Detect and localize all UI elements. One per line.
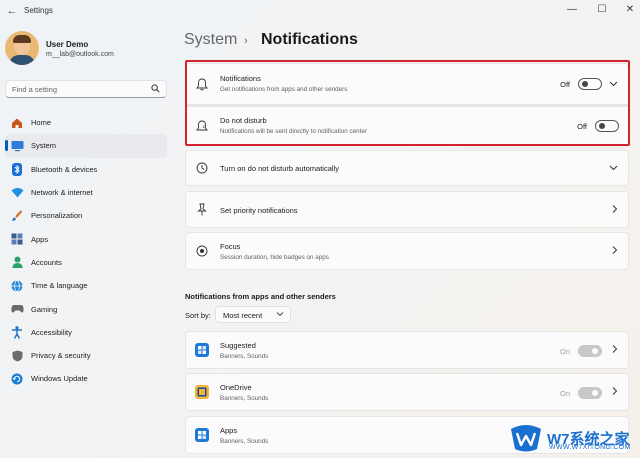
- page-title: Notifications: [261, 31, 358, 48]
- title-bar: ← Settings — ☐ ✕: [0, 0, 640, 24]
- sidebar-item-home[interactable]: Home: [5, 111, 167, 134]
- app-details: Banners, Sounds: [220, 395, 269, 402]
- app-name: OneDrive: [220, 383, 252, 392]
- sidebar-item-time-language[interactable]: Time & language: [5, 274, 167, 297]
- window-title: Settings: [24, 6, 53, 15]
- breadcrumb-parent[interactable]: System: [184, 31, 237, 49]
- app-toggle-state: On: [559, 346, 570, 356]
- dnd-toggle[interactable]: [595, 120, 619, 132]
- system-icon: [10, 139, 24, 153]
- app-toggle-state: On: [559, 388, 570, 398]
- app-details: Banners, Sounds: [220, 438, 269, 445]
- sort-dropdown[interactable]: Most recent: [215, 306, 291, 323]
- sidebar-item-network[interactable]: Network & internet: [5, 181, 167, 204]
- sidebar-item-privacy[interactable]: Privacy & security: [5, 344, 167, 367]
- app-toggle[interactable]: [578, 345, 602, 357]
- breadcrumb-separator: ›: [244, 35, 248, 47]
- focus-icon: [195, 244, 209, 258]
- minimize-button[interactable]: —: [564, 2, 580, 18]
- watermark-logo-icon: [509, 423, 543, 453]
- priority-icon: [195, 203, 209, 217]
- apps-app-icon: [195, 428, 209, 442]
- sort-label: Sort by:: [185, 311, 211, 320]
- watermark-url: WWW.W7XITONG.COM: [549, 444, 631, 451]
- sidebar-item-windows-update[interactable]: Windows Update: [5, 367, 167, 390]
- sidebar-item-gaming[interactable]: Gaming: [5, 297, 167, 320]
- sidebar-item-system[interactable]: System: [5, 134, 167, 158]
- search-input[interactable]: Find a setting: [5, 80, 167, 98]
- close-button[interactable]: ✕: [622, 2, 638, 18]
- search-placeholder: Find a setting: [12, 85, 58, 94]
- bell-icon: [195, 77, 209, 91]
- chevron-right-icon[interactable]: [612, 246, 618, 257]
- bluetooth-icon: [10, 162, 24, 176]
- sidebar-nav: Home System Bluetooth & devices Network …: [5, 111, 167, 391]
- clock-icon: [195, 161, 209, 175]
- notifications-title: Notifications: [220, 74, 261, 83]
- notifications-setting[interactable]: Notifications Get notifications from app…: [185, 63, 629, 105]
- focus-subtitle: Session duration, hide badges on apps: [220, 254, 329, 261]
- app-name: Apps: [220, 426, 238, 435]
- focus-title: Focus: [220, 242, 241, 251]
- apps-icon: [10, 232, 24, 246]
- sort-value: Most recent: [223, 311, 263, 320]
- update-icon: [10, 372, 24, 386]
- suggested-app-icon: [195, 343, 209, 357]
- network-icon: [10, 186, 24, 200]
- sidebar-item-personalization[interactable]: Personalization: [5, 204, 167, 227]
- sidebar-item-accounts[interactable]: Accounts: [5, 251, 167, 274]
- app-row-onedrive[interactable]: OneDrive Banners, Sounds On: [185, 373, 629, 411]
- chevron-down-icon[interactable]: [609, 163, 618, 173]
- notifications-toggle-state: Off: [560, 79, 570, 89]
- dnd-title: Do not disturb: [220, 116, 267, 125]
- search-icon: [151, 84, 160, 95]
- back-arrow-icon[interactable]: ←: [5, 4, 19, 18]
- home-icon: [10, 116, 24, 130]
- notifications-subtitle: Get notifications from apps and other se…: [220, 86, 348, 93]
- do-not-disturb-setting[interactable]: z Do not disturb Notifications will be s…: [185, 106, 629, 146]
- focus-setting[interactable]: Focus Session duration, hide badges on a…: [185, 232, 629, 270]
- globe-icon: [10, 279, 24, 293]
- sidebar-item-apps[interactable]: Apps: [5, 227, 167, 250]
- avatar[interactable]: [5, 31, 39, 65]
- dnd-toggle-state: Off: [577, 121, 587, 131]
- profile-email: m__lab@outlook.com: [46, 51, 114, 58]
- auto-dnd-title: Turn on do not disturb automatically: [220, 164, 339, 173]
- dnd-subtitle: Notifications will be sent directly to n…: [220, 128, 367, 135]
- maximize-button[interactable]: ☐: [594, 2, 610, 18]
- accessibility-icon: [10, 325, 24, 339]
- priority-title: Set priority notifications: [220, 206, 298, 215]
- sidebar-item-bluetooth[interactable]: Bluetooth & devices: [5, 158, 167, 181]
- gaming-icon: [10, 302, 24, 316]
- chevron-down-icon: [276, 310, 284, 319]
- profile-name: User Demo: [46, 40, 89, 49]
- chevron-right-icon[interactable]: [612, 345, 618, 356]
- priority-setting[interactable]: Set priority notifications: [185, 191, 629, 228]
- onedrive-app-icon: [195, 385, 209, 399]
- auto-dnd-setting[interactable]: Turn on do not disturb automatically: [185, 150, 629, 186]
- app-details: Banners, Sounds: [220, 353, 269, 360]
- notifications-toggle[interactable]: [578, 78, 602, 90]
- chevron-right-icon[interactable]: [612, 387, 618, 398]
- chevron-down-icon[interactable]: [609, 79, 618, 89]
- watermark: W7系统之家 WWW.W7XITONG.COM: [509, 420, 637, 456]
- chevron-right-icon[interactable]: [612, 204, 618, 215]
- app-name: Suggested: [220, 341, 256, 350]
- dnd-bell-icon: z: [195, 119, 209, 133]
- app-row-suggested[interactable]: Suggested Banners, Sounds On: [185, 331, 629, 369]
- sidebar-item-accessibility[interactable]: Accessibility: [5, 321, 167, 344]
- app-toggle[interactable]: [578, 387, 602, 399]
- shield-icon: [10, 349, 24, 363]
- accounts-icon: [10, 255, 24, 269]
- brush-icon: [10, 209, 24, 223]
- section-title: Notifications from apps and other sender…: [185, 292, 336, 301]
